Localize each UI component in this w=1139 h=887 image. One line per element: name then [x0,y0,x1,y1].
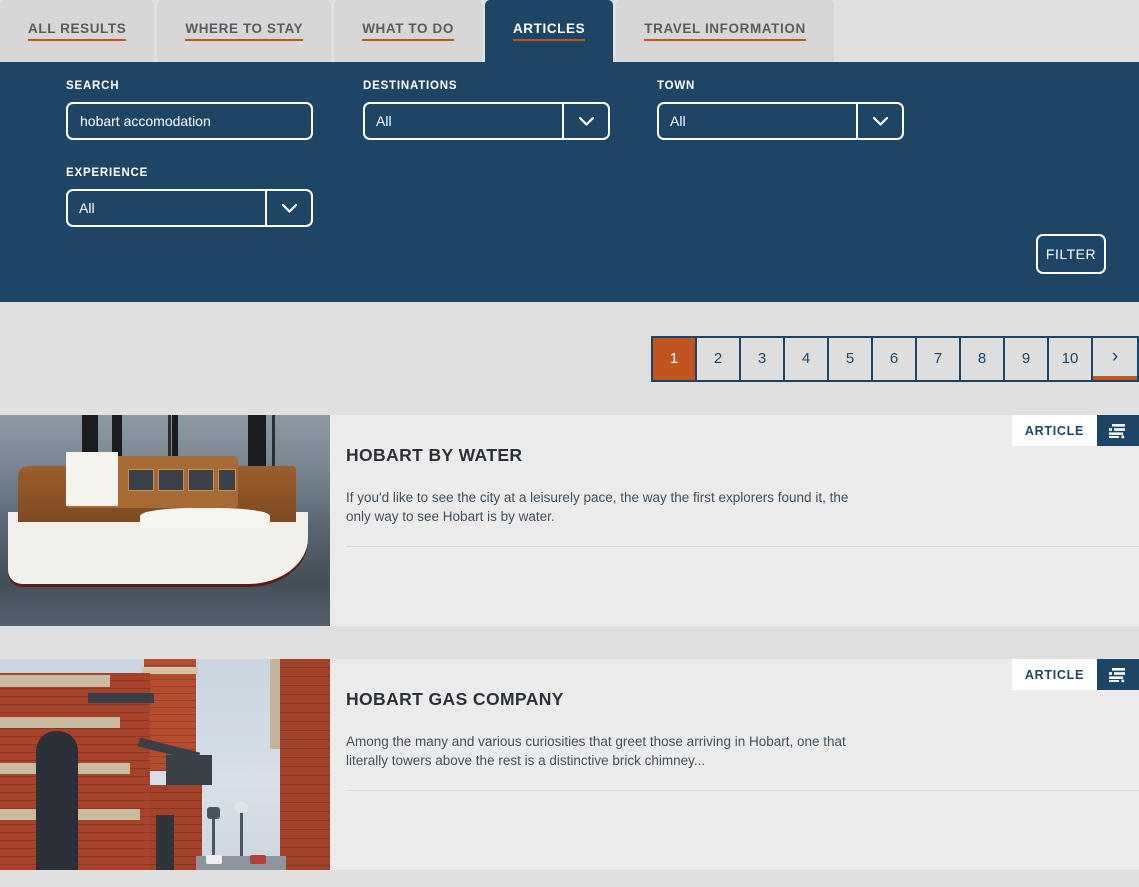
filter-row-secondary: EXPERIENCE All [66,167,1111,227]
page-button-5[interactable]: 5 [829,337,873,380]
page-button-8[interactable]: 8 [961,337,1005,380]
town-select[interactable]: All [657,102,904,140]
chevron-down-icon[interactable] [856,104,902,138]
tab-label: WHERE TO STAY [185,21,304,41]
tab-label: TRAVEL INFORMATION [644,21,806,41]
result-type-badge: ARTICLE [1011,415,1139,446]
page-button-9[interactable]: 9 [1005,337,1049,380]
tab-travel-information[interactable]: TRAVEL INFORMATION [616,0,834,62]
result-image-brick-building [0,659,330,870]
destinations-label: DESTINATIONS [363,80,458,92]
tab-articles[interactable]: ARTICLES [484,0,614,62]
result-card[interactable]: ARTICLE HOBART GAS COMPANY Among the man… [0,659,1139,870]
results-category-tabs: ALL RESULTS WHERE TO STAY WHAT TO DO ART… [0,0,1139,62]
search-label: SEARCH [66,80,120,92]
town-value: All [670,113,686,129]
search-field-group: SEARCH [66,80,313,140]
search-input[interactable] [66,102,313,140]
page-button-7[interactable]: 7 [917,337,961,380]
page-button-3[interactable]: 3 [741,337,785,380]
result-type-badge: ARTICLE [1011,659,1139,690]
tab-label: WHAT TO DO [362,21,454,41]
destinations-value: All [376,113,392,129]
experience-label: EXPERIENCE [66,167,149,179]
boat-photo [0,415,330,626]
card-divider [346,790,1139,791]
search-filter-panel: SEARCH DESTINATIONS All TOWN All [0,62,1139,302]
destinations-select[interactable]: All [363,102,610,140]
page-button-10[interactable]: 10 [1049,337,1093,380]
filter-button[interactable]: FILTER [1036,234,1106,274]
destinations-field-group: DESTINATIONS All [363,80,610,140]
page-button-4[interactable]: 4 [785,337,829,380]
brick-building-photo [0,659,330,870]
pagination: 1 2 3 4 5 6 7 8 9 10 › [651,335,1139,382]
result-body: ARTICLE HOBART GAS COMPANY Among the man… [330,659,1139,870]
tab-where-to-stay[interactable]: WHERE TO STAY [157,0,332,62]
filter-row-primary: SEARCH DESTINATIONS All TOWN All [66,80,1111,140]
next-page-button[interactable]: › [1093,337,1137,380]
page-button-2[interactable]: 2 [697,337,741,380]
experience-select[interactable]: All [66,189,313,227]
tab-label: ALL RESULTS [28,21,127,41]
experience-value: All [79,200,95,216]
badge-label: ARTICLE [1011,659,1097,690]
result-title: HOBART BY WATER [346,445,523,465]
result-image-boat [0,415,330,626]
badge-label: ARTICLE [1011,415,1097,446]
article-lines-icon [1097,415,1139,446]
tab-all-results[interactable]: ALL RESULTS [0,0,155,62]
result-title: HOBART GAS COMPANY [346,689,564,709]
town-field-group: TOWN All [657,80,904,140]
page-button-1[interactable]: 1 [653,337,697,380]
chevron-down-icon[interactable] [562,104,608,138]
page-button-6[interactable]: 6 [873,337,917,380]
experience-field-group: EXPERIENCE All [66,167,313,227]
tab-label: ARTICLES [512,21,586,41]
article-lines-icon [1097,659,1139,690]
result-card[interactable]: ARTICLE HOBART BY WATER If you'd like to… [0,415,1139,626]
result-body: ARTICLE HOBART BY WATER If you'd like to… [330,415,1139,626]
chevron-down-icon[interactable] [265,191,311,225]
town-label: TOWN [657,80,696,92]
pagination-area: 1 2 3 4 5 6 7 8 9 10 › [0,302,1139,415]
tab-what-to-do[interactable]: WHAT TO DO [334,0,482,62]
result-description: Among the many and various curiosities t… [346,734,846,768]
result-description: If you'd like to see the city at a leisu… [346,490,849,524]
card-divider [346,546,1139,547]
